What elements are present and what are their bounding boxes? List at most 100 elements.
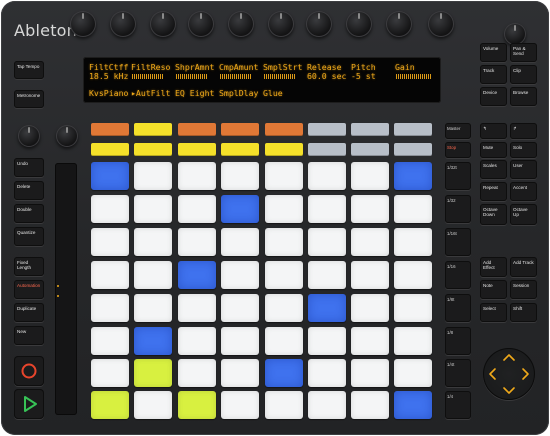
scene-launch-button[interactable]: 1/8: [445, 327, 471, 355]
track-select-button[interactable]: [178, 123, 216, 136]
scene-launch-button[interactable]: 1/32: [445, 195, 471, 223]
track-state-button[interactable]: [351, 143, 389, 156]
pad-button[interactable]: [351, 294, 389, 322]
pad-button[interactable]: [351, 391, 389, 419]
pad-button[interactable]: [221, 228, 259, 256]
tempo-knob[interactable]: [18, 125, 40, 147]
pad-button[interactable]: [91, 162, 129, 190]
pad-button[interactable]: [394, 294, 432, 322]
pad-button[interactable]: [394, 391, 432, 419]
add-track-button[interactable]: Add Track: [510, 257, 537, 277]
pad-button[interactable]: [394, 195, 432, 223]
pad-button[interactable]: [265, 327, 303, 355]
octave-down-button[interactable]: Octave Down: [480, 204, 507, 225]
encoder-knob[interactable]: [428, 11, 454, 37]
pad-button[interactable]: [394, 162, 432, 190]
encoder-knob[interactable]: [268, 11, 294, 37]
repeat-button[interactable]: Repeat: [480, 182, 507, 201]
pad-button[interactable]: [265, 228, 303, 256]
scene-launch-button[interactable]: 1/8t: [445, 294, 471, 322]
pad-button[interactable]: [221, 294, 259, 322]
pad-button[interactable]: [394, 261, 432, 289]
user-button[interactable]: User: [510, 160, 537, 179]
pad-button[interactable]: [265, 359, 303, 387]
swing-encoder[interactable]: [70, 11, 96, 37]
pad-button[interactable]: [221, 391, 259, 419]
pad-button[interactable]: [221, 327, 259, 355]
pad-button[interactable]: [91, 195, 129, 223]
pad-button[interactable]: [351, 195, 389, 223]
duplicate-button[interactable]: Duplicate: [14, 303, 44, 322]
accent-button[interactable]: Accent: [510, 182, 537, 201]
pad-button[interactable]: [265, 195, 303, 223]
master-button[interactable]: Master: [445, 123, 471, 139]
double-button[interactable]: Double: [14, 204, 44, 223]
pad-button[interactable]: [134, 195, 172, 223]
track-state-button[interactable]: [394, 143, 432, 156]
pad-button[interactable]: [134, 228, 172, 256]
add-effect-button[interactable]: Add Effect: [480, 257, 507, 277]
delete-button[interactable]: Delete: [14, 181, 44, 200]
nav-left-button[interactable]: ↰: [480, 123, 507, 139]
pad-button[interactable]: [308, 228, 346, 256]
scene-launch-button[interactable]: 1/16t: [445, 228, 471, 256]
track-select-button[interactable]: [265, 123, 303, 136]
device-button[interactable]: Device: [480, 87, 507, 106]
pad-button[interactable]: [265, 391, 303, 419]
track-state-button[interactable]: [265, 143, 303, 156]
pad-button[interactable]: [308, 359, 346, 387]
encoder-knob[interactable]: [110, 11, 136, 37]
track-select-button[interactable]: [308, 123, 346, 136]
pad-button[interactable]: [178, 228, 216, 256]
scene-launch-button[interactable]: 1/4: [445, 391, 471, 419]
stop-button[interactable]: Stop: [445, 142, 471, 158]
scene-launch-button[interactable]: 1/32t: [445, 162, 471, 190]
tap-tempo-button[interactable]: Tap Tempo: [14, 61, 44, 79]
direction-pad[interactable]: [483, 348, 535, 400]
pad-button[interactable]: [91, 294, 129, 322]
nav-right-button[interactable]: ↱: [510, 123, 537, 139]
scales-button[interactable]: Scales: [480, 160, 507, 179]
solo-button[interactable]: Solo: [510, 142, 537, 158]
pad-button[interactable]: [351, 228, 389, 256]
pad-button[interactable]: [221, 195, 259, 223]
pad-button[interactable]: [178, 162, 216, 190]
pad-button[interactable]: [265, 162, 303, 190]
metronome-button[interactable]: Metronome: [14, 90, 44, 108]
clip-button[interactable]: Clip: [510, 65, 537, 84]
pad-button[interactable]: [134, 359, 172, 387]
pad-button[interactable]: [91, 228, 129, 256]
pad-button[interactable]: [91, 359, 129, 387]
pad-button[interactable]: [178, 391, 216, 419]
pad-button[interactable]: [351, 162, 389, 190]
pad-button[interactable]: [178, 327, 216, 355]
fixed-length-button[interactable]: Fixed Length: [14, 257, 44, 276]
new-button[interactable]: New: [14, 326, 44, 345]
quantize-button[interactable]: Quantize: [14, 227, 44, 246]
pad-button[interactable]: [308, 327, 346, 355]
pad-button[interactable]: [134, 391, 172, 419]
pad-button[interactable]: [308, 294, 346, 322]
note-button[interactable]: Note: [480, 280, 507, 299]
select-button[interactable]: Select: [480, 303, 507, 322]
pad-button[interactable]: [221, 162, 259, 190]
automation-button[interactable]: Automation: [14, 280, 44, 299]
master-volume-knob[interactable]: [504, 23, 526, 45]
volume-button[interactable]: Volume: [480, 43, 507, 62]
pad-button[interactable]: [178, 294, 216, 322]
pad-button[interactable]: [221, 359, 259, 387]
touch-strip[interactable]: [55, 163, 77, 415]
shift-button[interactable]: Shift: [510, 303, 537, 322]
pad-button[interactable]: [308, 391, 346, 419]
undo-button[interactable]: Undo: [14, 158, 44, 177]
track-state-button[interactable]: [178, 143, 216, 156]
track-select-button[interactable]: [91, 123, 129, 136]
pad-button[interactable]: [178, 359, 216, 387]
track-state-button[interactable]: [91, 143, 129, 156]
pad-button[interactable]: [91, 391, 129, 419]
track-select-button[interactable]: [394, 123, 432, 136]
pan-send-button[interactable]: Pan & Send: [510, 43, 537, 62]
pad-button[interactable]: [351, 261, 389, 289]
pad-button[interactable]: [91, 327, 129, 355]
track-state-button[interactable]: [308, 143, 346, 156]
